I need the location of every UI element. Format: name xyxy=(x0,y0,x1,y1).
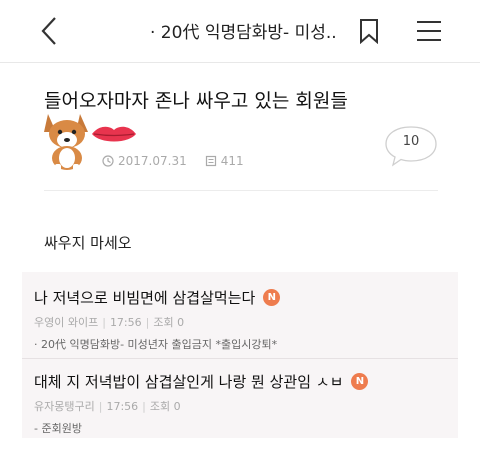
page-title: · 20代 익명담화방- 미성.. xyxy=(150,23,337,43)
list-item[interactable]: 나 저녁으로 비빔면에 삼겹살먹는다 N 우영이 와이프 | 17:56 | 조회 0 … xyxy=(34,287,444,352)
chevron-left-icon xyxy=(41,17,56,45)
list-item-time: 17:56 xyxy=(109,316,142,329)
list-item-board: · 20代 익명담화방- 미성년자 출입금지 *출입시강퇴* xyxy=(34,338,278,351)
back-button[interactable] xyxy=(34,14,64,48)
avatar[interactable] xyxy=(40,110,94,176)
post-title: 들어오자마자 존나 싸우고 있는 회원들 xyxy=(44,90,348,112)
list-item-author: 유자몽탱구리 xyxy=(34,400,95,413)
menu-button[interactable] xyxy=(414,16,444,46)
new-badge: N xyxy=(351,373,369,390)
post-date: 2017.07.31 xyxy=(118,154,187,168)
app-bar: · 20代 익명담화방- 미성.. xyxy=(0,0,480,63)
hamburger-menu-icon xyxy=(417,21,441,41)
list-item[interactable]: 대체 지 저녁밥이 삼겹살인게 나랑 뭔 상관임 ㅅㅂ N 유자몽탱구리 | 17:… xyxy=(34,371,444,436)
post-body: 싸우지 마세오 xyxy=(44,234,132,252)
list-item-author: 우영이 와이프 xyxy=(34,316,99,329)
bookmark-button[interactable] xyxy=(356,16,382,46)
divider xyxy=(44,190,438,191)
post-meta: 2017.07.31 411 xyxy=(102,152,244,170)
list-item-title[interactable]: 대체 지 저녁밥이 삼겹살인게 나랑 뭔 상관임 ㅅㅂ xyxy=(34,371,343,392)
clock-icon xyxy=(102,155,114,167)
comment-count[interactable]: 10 xyxy=(384,134,438,149)
list-item-title[interactable]: 나 저녁으로 비빔면에 삼겹살먹는다 xyxy=(34,287,255,308)
corgi-avatar-icon xyxy=(44,114,88,174)
new-badge: N xyxy=(263,289,281,306)
list-item-views: 조회 0 xyxy=(153,316,185,329)
lips-sticker-icon xyxy=(90,124,138,144)
divider xyxy=(22,358,458,359)
views-icon xyxy=(205,155,216,167)
list-item-views: 조회 0 xyxy=(149,400,181,413)
list-item-board: - 준회원방 xyxy=(34,422,82,435)
post-views: 411 xyxy=(220,154,244,168)
list-item-time: 17:56 xyxy=(106,400,139,413)
bookmark-icon xyxy=(360,19,378,44)
